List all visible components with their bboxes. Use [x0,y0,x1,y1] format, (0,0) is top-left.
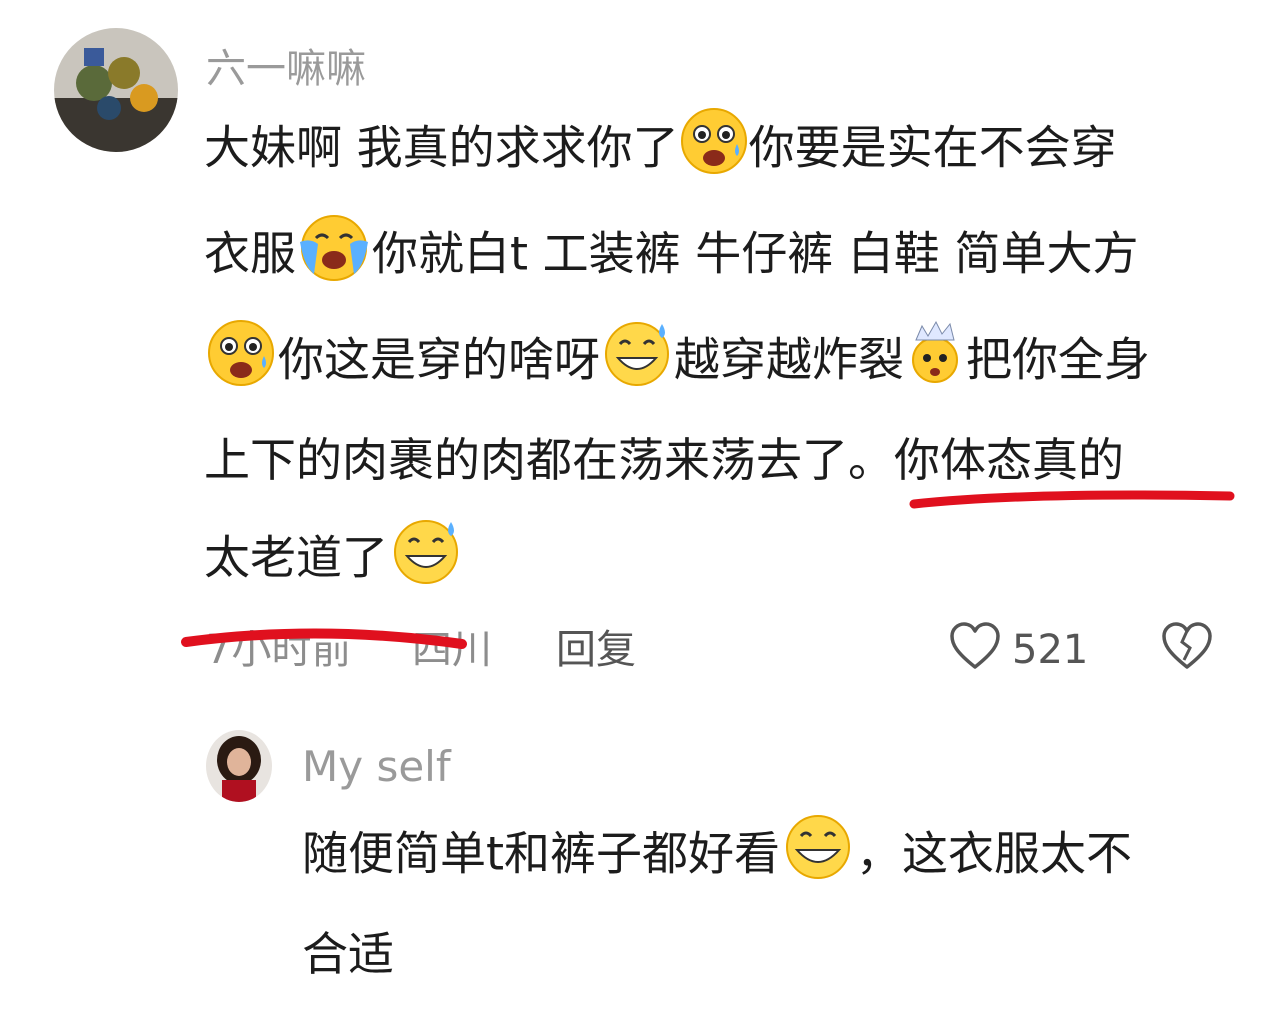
exploding-head-icon [904,320,966,398]
comment-username[interactable]: My self [302,742,451,791]
comment-text-line: 太老道了 [204,520,464,598]
comment-text-line: 上下的肉裹的肉都在荡来荡去了。你体态真的 [204,433,1124,487]
annotation-strike [181,628,467,649]
comment-username[interactable]: 六一嘛嘛 [206,36,366,94]
broken-heart-icon[interactable] [1160,620,1214,674]
annotation-underline [909,490,1235,509]
crying-face-icon [679,106,749,188]
comment-text-line: 随便简单t和裤子都好看 ，这衣服太不 [302,815,1132,894]
comment-text-line: 你这是穿的啥呀 越穿越炸裂 把你全身 [204,320,1150,400]
grinning-face-icon [780,812,856,894]
grinning-sweat-icon [388,516,464,598]
comment-text-line: 衣服 你就白t 工装裤 牛仔裤 白鞋 简单大方 [204,215,1139,294]
like-count: 521 [1012,627,1089,673]
grinning-sweat-icon [600,318,674,400]
comment-text-line: 大妹啊 我真的求求你了 你要是实在不会穿 [204,108,1117,188]
reply-button[interactable]: 回复 [556,626,636,674]
comment-text-line: 合适 [302,927,394,981]
heart-icon[interactable] [948,620,1002,674]
crying-face-icon [204,318,278,400]
avatar[interactable] [206,730,272,802]
avatar[interactable] [54,28,178,152]
loudly-crying-face-icon [296,212,372,294]
